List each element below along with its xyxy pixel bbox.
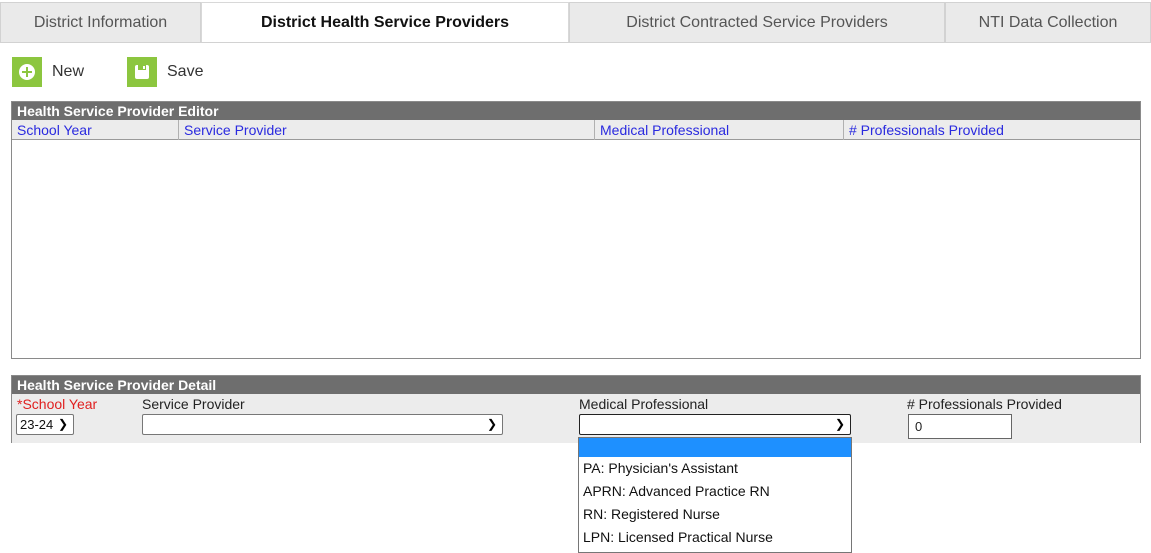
- dropdown-option-aprn[interactable]: APRN: Advanced Practice RN: [579, 480, 851, 503]
- dropdown-option-blank[interactable]: [579, 438, 851, 457]
- column-medical-professional[interactable]: Medical Professional: [594, 120, 843, 140]
- chevron-down-icon: ❯: [834, 417, 845, 431]
- tab-bar: District Information District Health Ser…: [0, 0, 1151, 43]
- column-service-provider[interactable]: Service Provider: [178, 120, 594, 140]
- editor-title: Health Service Provider Editor: [12, 102, 1140, 120]
- dropdown-option-pa[interactable]: PA: Physician's Assistant: [579, 457, 851, 480]
- professionals-provided-label: # Professionals Provided: [907, 396, 1062, 412]
- detail-form: *School Year 23-24 ❯ Service Provider ❯ …: [12, 394, 1140, 443]
- plus-circle-icon: [12, 57, 42, 87]
- medical-professional-select[interactable]: ❯: [579, 414, 851, 435]
- health-service-provider-editor: Health Service Provider Editor School Ye…: [11, 101, 1141, 359]
- save-button[interactable]: Save: [127, 57, 203, 87]
- tab-nti-data-collection[interactable]: NTI Data Collection: [945, 2, 1151, 43]
- tab-district-contracted-service-providers[interactable]: District Contracted Service Providers: [569, 2, 945, 43]
- tab-divider: [0, 42, 1151, 43]
- editor-column-headers: School Year Service Provider Medical Pro…: [12, 120, 1140, 140]
- dropdown-option-rn[interactable]: RN: Registered Nurse: [579, 503, 851, 526]
- medical-professional-dropdown-list: PA: Physician's Assistant APRN: Advanced…: [578, 437, 852, 553]
- medical-professional-label: Medical Professional: [579, 396, 709, 412]
- service-provider-select[interactable]: ❯: [142, 414, 503, 435]
- floppy-disk-icon: [127, 57, 157, 87]
- service-provider-label: Service Provider: [142, 396, 245, 412]
- dropdown-option-lpn[interactable]: LPN: Licensed Practical Nurse: [579, 526, 851, 549]
- school-year-select[interactable]: 23-24 ❯: [16, 414, 74, 435]
- column-school-year[interactable]: School Year: [12, 120, 178, 140]
- school-year-value: 23-24: [20, 417, 54, 432]
- new-button[interactable]: New: [12, 57, 84, 87]
- professionals-provided-input[interactable]: 0: [908, 414, 1012, 439]
- tab-district-health-service-providers[interactable]: District Health Service Providers: [201, 2, 569, 43]
- column-professionals-provided[interactable]: # Professionals Provided: [843, 120, 1140, 140]
- chevron-down-icon: ❯: [486, 417, 497, 431]
- editor-list-body: [12, 140, 1140, 356]
- chevron-down-icon: ❯: [57, 417, 68, 431]
- school-year-label: *School Year: [17, 396, 98, 412]
- save-button-label: Save: [167, 63, 204, 80]
- new-button-label: New: [52, 63, 85, 80]
- detail-title: Health Service Provider Detail: [12, 376, 1140, 394]
- tab-district-information[interactable]: District Information: [0, 2, 201, 43]
- health-service-provider-detail: Health Service Provider Detail *School Y…: [11, 375, 1141, 443]
